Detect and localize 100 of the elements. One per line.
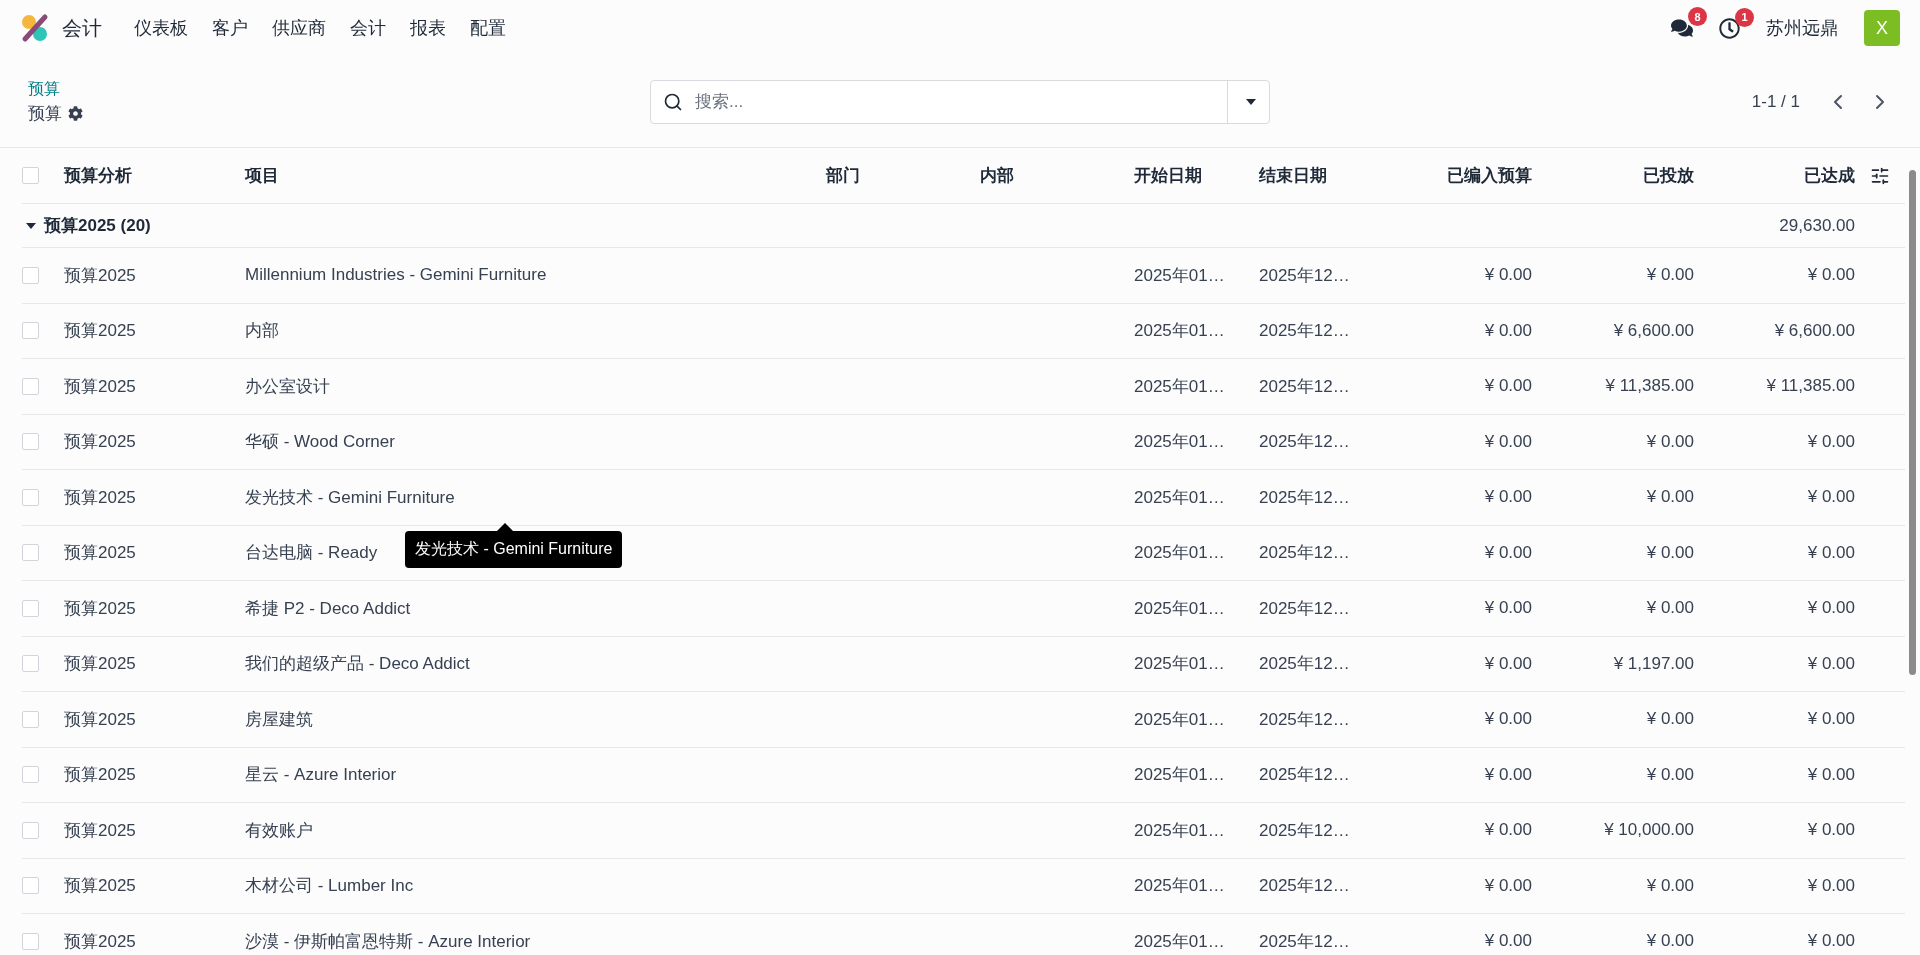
table-cell-text: 预算2025 bbox=[64, 375, 137, 398]
table-cell-text: 2025年01… bbox=[1134, 764, 1226, 787]
table-cell-text: 2025年01… bbox=[1134, 930, 1226, 953]
table-cell-text: 2025年12… bbox=[1259, 320, 1351, 343]
table-cell-text: ¥ 0.00 bbox=[1483, 820, 1532, 841]
table-cell-text: 2025年01… bbox=[1134, 653, 1226, 676]
table-cell-text: 2025年01… bbox=[1134, 597, 1226, 620]
table-cell-text: 2025年12… bbox=[1259, 431, 1351, 454]
table-cell-text: ¥ 0.00 bbox=[1483, 653, 1532, 674]
row-checkbox[interactable] bbox=[22, 932, 39, 950]
table-cell-text: 预算2025 bbox=[64, 264, 137, 287]
chat-icon[interactable] bbox=[1671, 17, 1693, 39]
table-cell-text: ¥ 0.00 bbox=[1483, 542, 1532, 563]
scrollbar[interactable] bbox=[1909, 170, 1916, 675]
table-cell-text: ¥ 0.00 bbox=[1483, 931, 1532, 952]
company-name[interactable]: 苏州远鼎 bbox=[1766, 16, 1838, 40]
table-cell: 办公室设计 bbox=[245, 376, 330, 396]
table-cell-text: 2025年12… bbox=[1259, 542, 1351, 565]
table-cell: 沙漠 - 伊斯帕富恩特斯 - Azure Interior bbox=[245, 931, 531, 951]
table-cell: Millennium Industries - Gemini Furniture bbox=[245, 265, 547, 285]
menu-item[interactable]: 仪表板 bbox=[122, 16, 200, 40]
table-cell: 发光技术 - Gemini Furniture bbox=[245, 487, 455, 507]
menu-item[interactable]: 配置 bbox=[458, 16, 518, 40]
table-cell-text: ¥ 0.00 bbox=[1806, 875, 1855, 896]
table-cell-text: 预算2025 bbox=[64, 875, 137, 898]
menu-item[interactable]: 客户 bbox=[200, 16, 260, 40]
app-name[interactable]: 会计 bbox=[62, 14, 102, 42]
column-header[interactable]: 内部 bbox=[980, 164, 1134, 187]
table-cell-text: 2025年12… bbox=[1259, 764, 1351, 787]
clock-icon[interactable] bbox=[1719, 17, 1740, 39]
column-header[interactable]: 预算分析 bbox=[64, 164, 245, 187]
table-cell-text: ¥ 0.00 bbox=[1483, 598, 1532, 619]
select-all-checkbox[interactable] bbox=[22, 167, 39, 184]
table-cell: 有效账户 bbox=[245, 820, 313, 840]
table-cell-text: 2025年01… bbox=[1134, 486, 1226, 509]
table-cell-text: ¥ 11,385.00 bbox=[1765, 376, 1855, 397]
table-cell-text: ¥ 1,197.00 bbox=[1612, 653, 1694, 674]
group-label[interactable]: 预算2025 (20) bbox=[44, 214, 151, 237]
table-cell-text: ¥ 0.00 bbox=[1483, 875, 1532, 896]
table-cell: 台达电脑 - Ready bbox=[245, 543, 378, 563]
column-header[interactable]: 项目 bbox=[245, 164, 826, 187]
row-checkbox[interactable] bbox=[22, 821, 39, 839]
row-checkbox[interactable] bbox=[22, 766, 39, 784]
row-checkbox[interactable] bbox=[22, 322, 39, 340]
row-checkbox[interactable] bbox=[22, 377, 39, 395]
column-settings-icon[interactable] bbox=[1870, 165, 1890, 186]
tooltip: 发光技术 - Gemini Furniture bbox=[405, 530, 623, 568]
table-cell-text: ¥ 6,600.00 bbox=[1773, 320, 1855, 341]
table-cell-text: ¥ 0.00 bbox=[1645, 931, 1694, 952]
menu-item[interactable]: 会计 bbox=[338, 16, 398, 40]
row-checkbox[interactable] bbox=[22, 599, 39, 617]
table-cell-text: 预算2025 bbox=[64, 764, 137, 787]
row-checkbox[interactable] bbox=[22, 655, 39, 673]
row-checkbox[interactable] bbox=[22, 488, 39, 506]
table-cell-text: 2025年01… bbox=[1134, 320, 1226, 343]
table-cell-text: 2025年12… bbox=[1259, 708, 1351, 731]
caret-icon[interactable] bbox=[26, 220, 36, 231]
column-header[interactable]: 已投放 bbox=[1532, 164, 1694, 187]
table-cell-text: ¥ 0.00 bbox=[1806, 709, 1855, 730]
table-cell-text: ¥ 0.00 bbox=[1645, 709, 1694, 730]
table-cell-text: ¥ 0.00 bbox=[1483, 487, 1532, 508]
table-cell-text: ¥ 0.00 bbox=[1806, 820, 1855, 841]
table-cell-text: ¥ 0.00 bbox=[1645, 487, 1694, 508]
table-cell-text: 2025年01… bbox=[1134, 708, 1226, 731]
message-count-badge: 8 bbox=[1688, 7, 1707, 26]
table-cell-text: ¥ 0.00 bbox=[1645, 764, 1694, 785]
table-cell-text: 2025年01… bbox=[1134, 431, 1226, 454]
column-header[interactable]: 已达成 bbox=[1694, 164, 1855, 187]
table-cell-text: ¥ 0.00 bbox=[1645, 265, 1694, 286]
table-cell-text: ¥ 0.00 bbox=[1645, 875, 1694, 896]
table-cell-text: 2025年12… bbox=[1259, 486, 1351, 509]
column-header[interactable]: 开始日期 bbox=[1134, 164, 1259, 187]
table-cell-text: ¥ 0.00 bbox=[1806, 931, 1855, 952]
breadcrumb-link[interactable]: 预算 bbox=[28, 78, 650, 100]
column-header[interactable]: 部门 bbox=[826, 164, 980, 187]
menu-item[interactable]: 供应商 bbox=[260, 16, 338, 40]
table-cell-text: ¥ 0.00 bbox=[1483, 709, 1532, 730]
menu-item[interactable]: 报表 bbox=[398, 16, 458, 40]
row-checkbox[interactable] bbox=[22, 266, 39, 284]
table-cell-text: 预算2025 bbox=[64, 431, 137, 454]
table-cell-text: 预算2025 bbox=[64, 653, 137, 676]
app-logo-icon[interactable] bbox=[20, 13, 50, 43]
table-cell-text: ¥ 0.00 bbox=[1806, 653, 1855, 674]
group-total: 29,630.00 bbox=[1778, 215, 1855, 236]
table-cell-text: ¥ 0.00 bbox=[1483, 431, 1532, 452]
row-checkbox[interactable] bbox=[22, 544, 39, 562]
column-header[interactable]: 结束日期 bbox=[1259, 164, 1380, 187]
row-checkbox[interactable] bbox=[22, 877, 39, 895]
row-checkbox[interactable] bbox=[22, 433, 39, 451]
row-checkbox[interactable] bbox=[22, 710, 39, 728]
search-field[interactable]: 搜索... bbox=[693, 90, 1227, 113]
table-cell-text: 2025年12… bbox=[1259, 875, 1351, 898]
page-title: 预算 bbox=[28, 102, 62, 125]
table-cell-text: ¥ 0.00 bbox=[1806, 598, 1855, 619]
settings-icon[interactable] bbox=[68, 105, 83, 121]
column-header[interactable]: 已编入预算 bbox=[1380, 164, 1532, 187]
table-cell-text: 预算2025 bbox=[64, 486, 137, 509]
table-cell-text: ¥ 0.00 bbox=[1806, 764, 1855, 785]
search-bar[interactable]: 搜索... bbox=[650, 79, 1270, 124]
pager-value[interactable]: 1-1 / 1 bbox=[1751, 91, 1800, 112]
